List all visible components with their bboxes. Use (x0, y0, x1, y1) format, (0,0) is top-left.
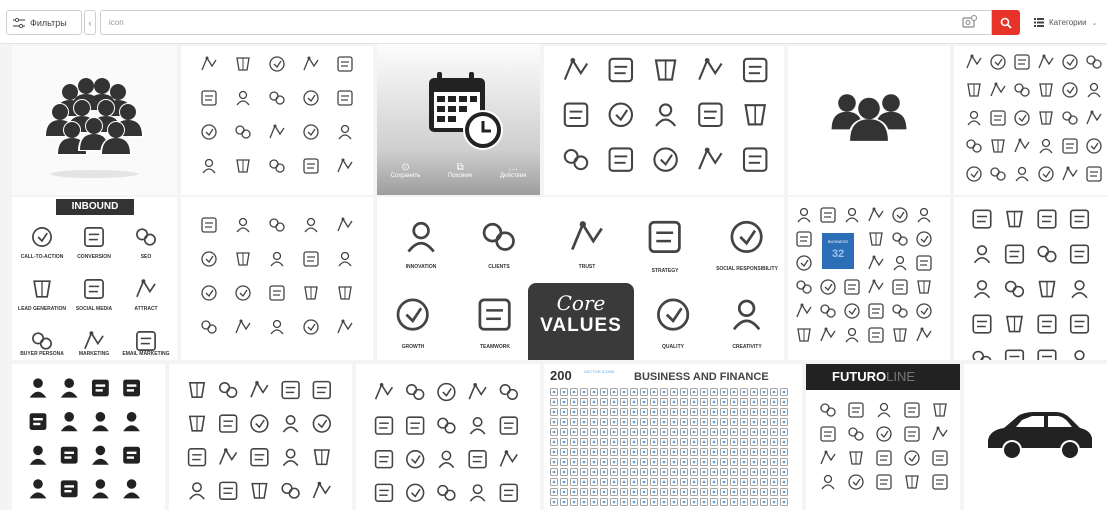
result-tile-line-icons-3[interactable]: BUSINESS 32 (788, 197, 950, 360)
inbound-label: LEAD GENERATION (18, 306, 66, 312)
result-tile-business-finance[interactable]: 200 VECTOR ICONS BUSINESS AND FINANCE (544, 364, 802, 510)
social-icons-set (374, 382, 518, 502)
inbound-label: ATTRACT (134, 306, 157, 312)
core-value-label: STRATEGY (652, 268, 680, 274)
search-button[interactable] (992, 10, 1020, 35)
chevron-left-icon: ‹ (88, 17, 92, 28)
core-value-label: INNOVATION (406, 264, 437, 270)
result-tile-car[interactable] (964, 364, 1107, 510)
result-tile-line-icons-2[interactable] (954, 46, 1107, 195)
list-icon (1034, 18, 1044, 27)
bf-title: BUSINESS AND FINANCE (634, 371, 769, 383)
line-icons-set (966, 53, 1102, 182)
badge-number: 32 (832, 248, 844, 260)
bf-subtitle: VECTOR ICONS (584, 369, 615, 374)
search-box (100, 10, 992, 35)
inbound-label: EMAIL MARKETING (122, 351, 169, 357)
sliders-icon (13, 17, 25, 28)
inbound-label: SEO (141, 254, 152, 260)
people-three-icon (831, 94, 907, 143)
result-tile-award-icons[interactable] (181, 197, 373, 360)
image-results-grid: ⊙ Сохранить ⧉ Похожие … Действия INBOUND… (0, 44, 1107, 510)
result-tile-line-icons-1[interactable] (181, 46, 373, 195)
filters-button[interactable]: Фильтры (6, 10, 82, 35)
bf-count: 200 (550, 368, 572, 383)
more-action[interactable]: … Действия (500, 162, 526, 179)
core-value-label: CREATIVITY (732, 344, 762, 350)
core-values-badge: Core VALUES (528, 283, 634, 360)
inbound-label: SOCIAL MEDIA (76, 306, 113, 312)
people-group-icon (44, 78, 144, 178)
car-icon (988, 412, 1092, 460)
top-toolbar: Фильтры ‹ Категории ⌄ (0, 0, 1107, 44)
more-icon: … (508, 162, 519, 173)
svg-text:BUSINESS: BUSINESS (828, 239, 849, 244)
finance-icons-set (563, 56, 768, 172)
education-icons-set (972, 209, 1090, 360)
categories-label: Категории (1049, 18, 1087, 27)
result-tile-core-values[interactable]: INNOVATION CLIENTS TRUST STRATEGY SOCIAL… (377, 197, 784, 360)
award-icons-set (201, 216, 353, 335)
result-tile-finance-icons[interactable] (544, 46, 784, 195)
more-action-label: Действия (499, 173, 527, 179)
core-value-label: TRUST (579, 264, 596, 270)
core-values-title-top: Core (556, 291, 606, 315)
similar-action-label: Похожие (448, 173, 473, 179)
result-tile-inbound[interactable]: INBOUND CALL-TO-ACTION CONVERSION SEO LE… (12, 197, 177, 360)
collapse-filters-button[interactable]: ‹ (84, 10, 96, 35)
save-action[interactable]: ⊙ Сохранить (391, 162, 421, 179)
result-tile-futuroline[interactable]: FUTUROLINE (806, 364, 960, 510)
chevron-down-icon: ⌄ (1091, 19, 1098, 27)
result-tile-people-three[interactable] (788, 46, 950, 195)
result-tile-calendar-hovered[interactable]: ⊙ Сохранить ⧉ Похожие … Действия (377, 44, 540, 195)
line-icons-set (201, 55, 353, 174)
image-search-icon[interactable] (962, 14, 978, 30)
inbound-icons-set: CALL-TO-ACTION CONVERSION SEO LEAD GENER… (18, 227, 170, 357)
search-input[interactable] (109, 18, 909, 27)
similar-icon: ⧉ (456, 162, 464, 173)
inbound-label: CONVERSION (77, 254, 111, 260)
filters-label: Фильтры (30, 17, 67, 28)
categories-button[interactable]: Категории ⌄ (1028, 10, 1107, 35)
inbound-label: CALL-TO-ACTION (21, 254, 64, 260)
core-value-label: CLIENTS (488, 264, 510, 270)
core-value-label: GROWTH (402, 344, 425, 350)
save-action-label: Сохранить (390, 173, 421, 179)
result-tile-people-group[interactable] (12, 46, 177, 195)
core-values-title-bottom: VALUES (540, 315, 622, 336)
similar-action[interactable]: ⧉ Похожие (448, 162, 473, 179)
futuroline-icons-set (820, 402, 948, 490)
hover-actions: ⊙ Сохранить ⧉ Похожие … Действия (377, 162, 540, 179)
result-tile-line-icons-4[interactable] (169, 364, 352, 510)
result-tile-education-icons[interactable] (954, 197, 1107, 360)
line-icons-set: BUSINESS 32 (796, 206, 932, 343)
core-value-label: TEAMWORK (480, 344, 510, 350)
search-icon (1000, 17, 1012, 29)
core-value-label: SOCIAL RESPONSIBILITY (716, 266, 779, 272)
result-tile-social-icons[interactable] (356, 364, 540, 510)
inbound-label: MARKETING (79, 351, 109, 357)
download-icon: ⊙ (401, 162, 410, 173)
business-dark-icons-set (29, 378, 140, 499)
result-tile-business-dark-icons[interactable] (12, 364, 165, 510)
business-finance-icons: 200 VECTOR ICONS BUSINESS AND FINANCE (550, 368, 788, 510)
inbound-label: BUYER PERSONA (20, 351, 64, 357)
line-icons-set (187, 380, 331, 500)
core-value-label: QUALITY (662, 344, 685, 350)
